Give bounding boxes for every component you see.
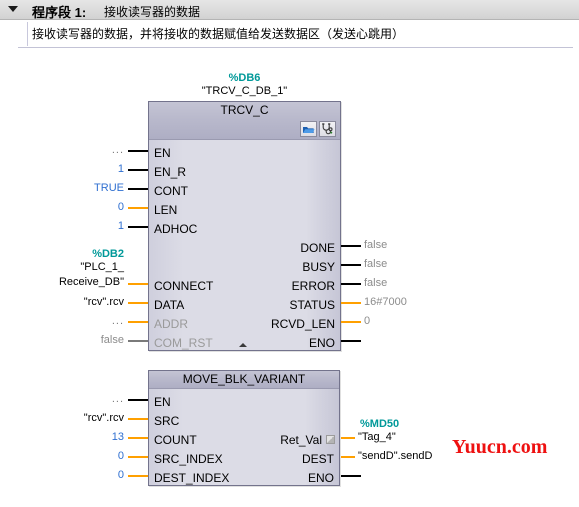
- trcv-operand-connect-line2[interactable]: Receive_DB": [38, 276, 124, 288]
- trcv-db-name: "TRCV_C_DB_1": [201, 85, 288, 97]
- trcv-collapse-triangle-up-icon[interactable]: [239, 343, 247, 347]
- network-number: 1:: [74, 5, 87, 20]
- wire-trcv-cont: [128, 188, 148, 190]
- wire-trcv-data: [128, 302, 148, 304]
- trcv-pin-status: STATUS: [289, 298, 335, 312]
- move-operand-src[interactable]: "rcv".rcv: [48, 412, 124, 424]
- trcv-operand-done[interactable]: false: [364, 239, 387, 251]
- trcv-pin-adhoc: ADHOC: [154, 222, 198, 236]
- trcv-pin-rcvd-len: RCVD_LEN: [270, 317, 335, 331]
- trcv-pin-en: EN: [154, 146, 171, 160]
- trcv-pin-connect: CONNECT: [154, 279, 214, 293]
- wire-trcv-len: [128, 207, 148, 209]
- network-label: 程序段: [32, 5, 72, 20]
- wire-move-src: [128, 418, 148, 420]
- move-pin-ret-val: Ret_Val: [280, 433, 322, 447]
- move-ret-val-expand-handle-icon[interactable]: [326, 435, 335, 444]
- move-pin-dest-index: DEST_INDEX: [154, 471, 230, 485]
- trcv-pin-data: DATA: [154, 298, 185, 312]
- wire-trcv-com-rst: [128, 340, 148, 342]
- wire-move-en: [128, 399, 148, 401]
- function-block-move-blk-variant[interactable]: MOVE_BLK_VARIANT EN SRC COUNT SRC_INDEX …: [148, 370, 340, 486]
- network-comment[interactable]: 接收读写器的数据，并将接收的数据赋值给发送数据区（发送心跳用）: [32, 25, 404, 42]
- trcv-operand-len[interactable]: 0: [60, 201, 124, 213]
- move-operand-dest[interactable]: "sendD".sendD: [358, 450, 432, 462]
- trcv-operand-data[interactable]: "rcv".rcv: [48, 296, 124, 308]
- move-operand-count[interactable]: 13: [60, 431, 124, 443]
- trcv-pin-en-r: EN_R: [154, 165, 187, 179]
- wire-trcv-en-r: [128, 169, 148, 171]
- move-pin-en: EN: [154, 395, 171, 409]
- move-operand-ret-val-address: %MD50: [360, 418, 400, 430]
- move-pin-src: SRC: [154, 414, 180, 428]
- trcv-db-address: %DB6: [228, 72, 261, 84]
- wire-trcv-rcvd-len: [341, 321, 361, 323]
- function-block-trcv-c[interactable]: TRCV_C EN EN_R CONT LEN ADHOC CONNECT DA…: [148, 101, 341, 351]
- move-operand-src-index[interactable]: 0: [60, 450, 124, 462]
- wire-trcv-error: [341, 283, 361, 285]
- network-subject: 接收读写器的数据: [104, 5, 201, 19]
- move-operand-ret-val[interactable]: "Tag_4": [358, 431, 396, 443]
- trcv-pin-com-rst: COM_RST: [154, 336, 213, 350]
- wire-move-count: [128, 437, 148, 439]
- wire-move-ret-val: [341, 437, 355, 439]
- trcv-operand-addr[interactable]: ...: [60, 315, 124, 327]
- trcv-operand-adhoc[interactable]: 1: [60, 220, 124, 232]
- wire-trcv-addr: [128, 321, 148, 323]
- trcv-pin-len: LEN: [154, 203, 178, 217]
- trcv-pin-error: ERROR: [291, 279, 335, 293]
- wire-move-dest-index: [128, 475, 148, 477]
- open-block-icon[interactable]: [300, 121, 317, 137]
- trcv-operand-en-r[interactable]: 1: [60, 163, 124, 175]
- network-comment-row: 接收读写器的数据，并将接收的数据赋值给发送数据区（发送心跳用）: [0, 20, 579, 48]
- wire-move-eno: [341, 475, 361, 477]
- wire-trcv-done: [341, 245, 361, 247]
- trcv-operand-connect-address: %DB2: [92, 248, 124, 260]
- trcv-operand-status[interactable]: 16#7000: [364, 296, 407, 308]
- trcv-operand-cont[interactable]: TRUE: [48, 182, 124, 194]
- move-pin-src-index: SRC_INDEX: [154, 452, 223, 466]
- trcv-pin-eno: ENO: [308, 336, 335, 350]
- move-pin-eno: ENO: [307, 471, 334, 485]
- wire-trcv-connect: [128, 283, 148, 285]
- move-operand-dest-index[interactable]: 0: [60, 469, 124, 481]
- wire-trcv-status: [341, 302, 361, 304]
- trcv-pin-addr: ADDR: [154, 317, 189, 331]
- move-pin-count: COUNT: [154, 433, 197, 447]
- comment-divider: [18, 47, 573, 48]
- trcv-operand-error[interactable]: false: [364, 277, 387, 289]
- trcv-header-icons: [300, 121, 336, 137]
- trcv-db-header: %DB6 "TRCV_C_DB_1": [148, 72, 341, 98]
- wire-move-dest: [341, 456, 355, 458]
- network-collapse-triangle-down-icon[interactable]: [8, 6, 18, 12]
- comment-left-rule: [27, 22, 28, 46]
- wire-trcv-eno: [341, 340, 361, 342]
- trcv-pin-busy: BUSY: [302, 260, 335, 274]
- wire-trcv-adhoc: [128, 226, 148, 228]
- wire-move-src-index: [128, 456, 148, 458]
- trcv-pin-cont: CONT: [154, 184, 188, 198]
- wire-trcv-en: [128, 150, 148, 152]
- trcv-operand-en[interactable]: ...: [60, 144, 124, 156]
- network-canvas: %DB6 "TRCV_C_DB_1" TRCV_C EN EN_R CONT L…: [0, 49, 579, 507]
- trcv-operand-busy[interactable]: false: [364, 258, 387, 270]
- trcv-operand-connect-line1[interactable]: "PLC_1_: [44, 261, 124, 273]
- move-pin-dest: DEST: [301, 452, 334, 466]
- network-header-bar: 程序段 1: 接收读写器的数据: [0, 0, 579, 20]
- move-title-bar: MOVE_BLK_VARIANT: [149, 371, 339, 389]
- trcv-operand-com-rst[interactable]: false: [56, 334, 124, 346]
- trcv-pin-done: DONE: [300, 241, 335, 255]
- trcv-operand-rcvd-len[interactable]: 0: [364, 315, 370, 327]
- wire-trcv-busy: [341, 264, 361, 266]
- network-title: 程序段 1:: [32, 2, 86, 21]
- move-block-title: MOVE_BLK_VARIANT: [182, 372, 306, 386]
- stethoscope-diagnostics-icon[interactable]: [319, 121, 336, 137]
- watermark-text: Yuucn.com: [452, 436, 548, 458]
- trcv-block-title: TRCV_C: [220, 103, 269, 117]
- move-operand-en[interactable]: ...: [60, 393, 124, 405]
